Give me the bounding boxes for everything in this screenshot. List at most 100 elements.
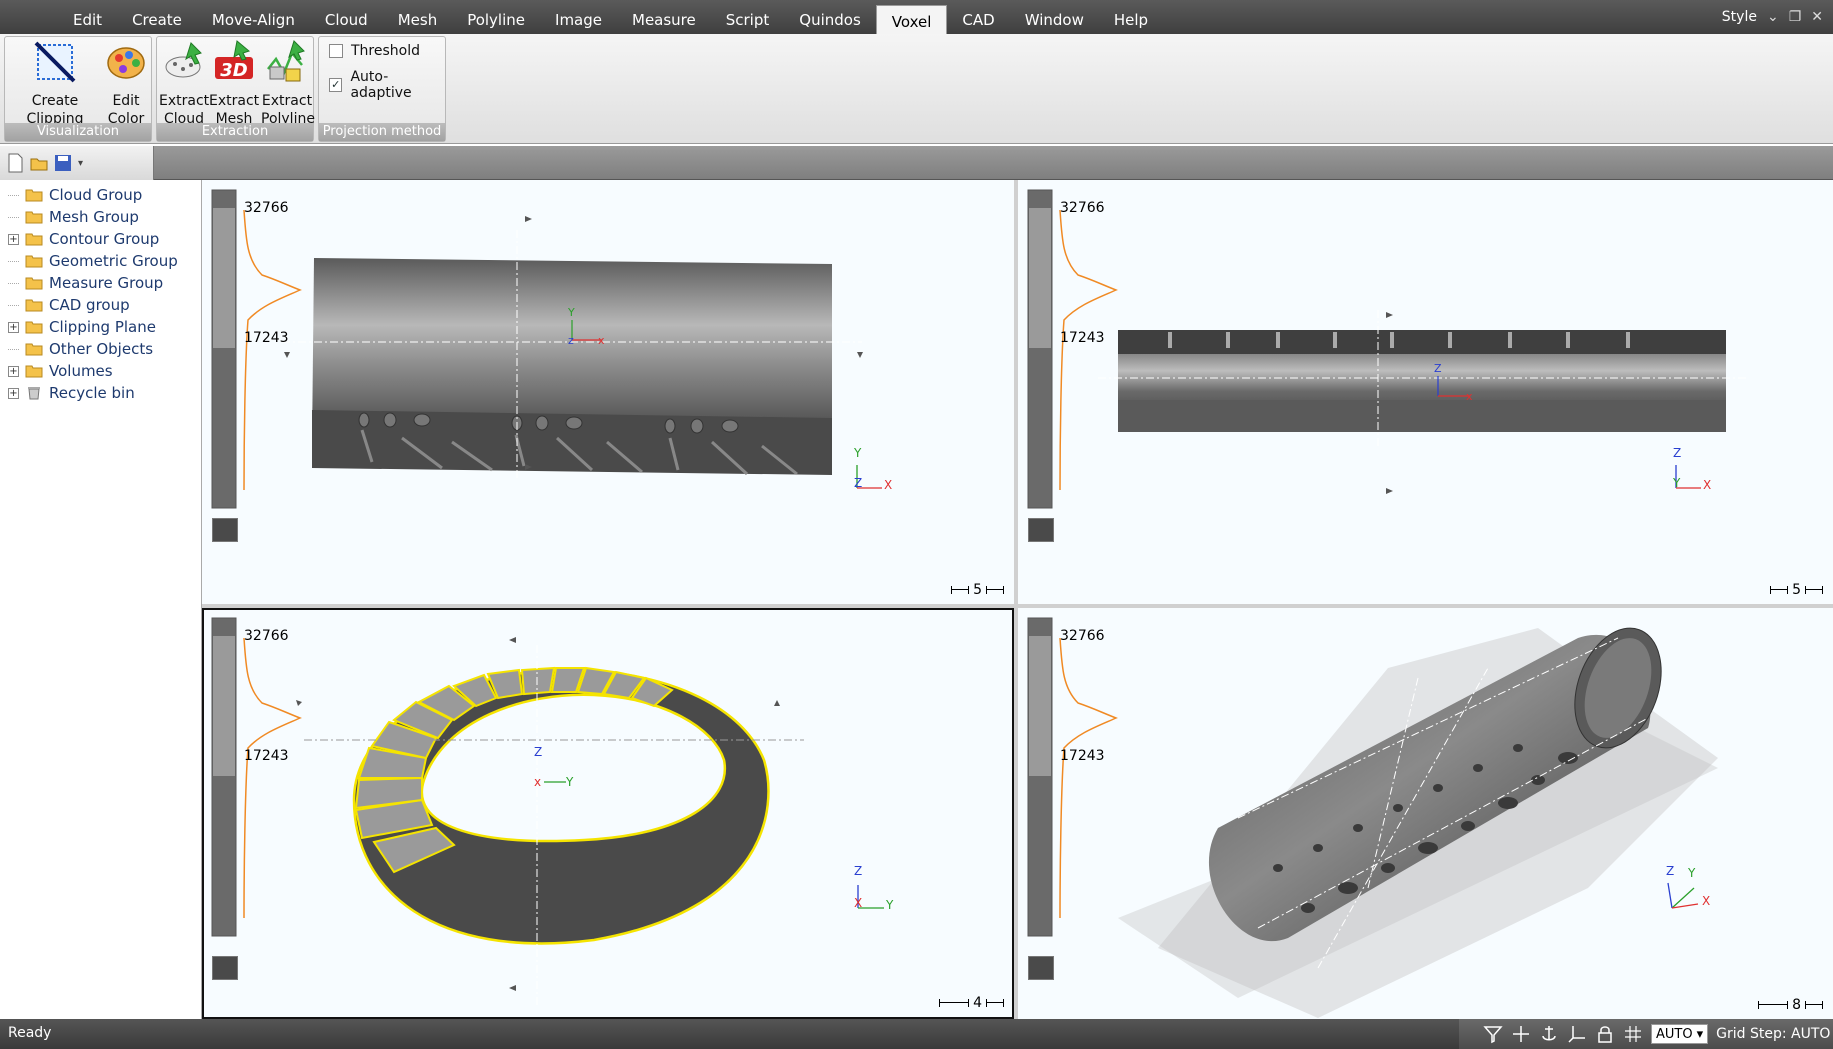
menu-image[interactable]: Image xyxy=(540,0,617,34)
menu-bar: Edit Create Move-Align Cloud Mesh Polyline Ima… xyxy=(0,0,1833,34)
folder-icon xyxy=(25,321,43,334)
axes-icon[interactable] xyxy=(1567,1024,1587,1044)
extract-cloud-button[interactable]: Extract Cloud xyxy=(159,39,209,128)
expand-icon[interactable]: + xyxy=(8,365,19,377)
threshold-option[interactable]: Threshold xyxy=(329,43,420,59)
customize-toolbar-icon[interactable]: ▾ xyxy=(78,158,83,169)
menu-move-align[interactable]: Move-Align xyxy=(197,0,310,34)
tree-item-recycle-bin[interactable]: + Recycle bin xyxy=(8,382,135,404)
axis-label-b: Z xyxy=(854,476,863,490)
menu-cloud[interactable]: Cloud xyxy=(310,0,383,34)
color-swatch[interactable] xyxy=(1028,518,1054,542)
move-icon[interactable] xyxy=(1511,1024,1531,1044)
visualization-group: Create Clipping Plane Edit Color Visuali… xyxy=(4,36,152,145)
tree-item-measure-group[interactable]: Measure Group xyxy=(8,272,163,294)
axis-label-c: Y xyxy=(886,898,894,912)
anchor-icon[interactable] xyxy=(1539,1024,1559,1044)
folder-icon xyxy=(25,189,43,202)
expand-icon[interactable]: + xyxy=(8,387,19,399)
chevron-down-icon: ▾ xyxy=(1696,1027,1704,1042)
menu-list: Edit Create Move-Align Cloud Mesh Polyline Ima… xyxy=(58,0,1163,34)
svg-text:x: x xyxy=(534,775,541,789)
tree-item-label: Mesh Group xyxy=(49,208,139,226)
color-swatch[interactable] xyxy=(1028,956,1054,980)
viewport-bottom-left[interactable]: Z x Y 32766 17243 Z X Y 4 xyxy=(202,608,1014,1019)
tree-item-clipping-plane[interactable]: + Clipping Plane xyxy=(8,316,156,338)
threshold-checkbox[interactable] xyxy=(329,44,343,58)
tree-item-geometric-group[interactable]: Geometric Group xyxy=(8,250,178,272)
top-left-scene: Y x z xyxy=(211,189,882,509)
tree-item-label: Other Objects xyxy=(49,340,154,358)
edit-color-button[interactable]: Edit Color xyxy=(101,39,151,128)
style-menu[interactable]: Style xyxy=(1722,9,1757,25)
menu-mesh[interactable]: Mesh xyxy=(383,0,453,34)
tree-item-cloud-group[interactable]: Cloud Group xyxy=(8,184,142,206)
color-swatch[interactable] xyxy=(212,518,238,542)
chevron-down-icon[interactable]: ⌄ xyxy=(1767,9,1779,25)
menu-script[interactable]: Script xyxy=(711,0,785,34)
tree-connector xyxy=(8,260,19,262)
viewport-top-right[interactable]: Z x 32766 17243 Z Y X 5 xyxy=(1018,180,1833,604)
folder-icon xyxy=(25,233,43,246)
grid-icon[interactable] xyxy=(1623,1024,1643,1044)
viewport-top-left[interactable]: Y x z 32766 17243 Y Z X 5 xyxy=(202,180,1014,604)
lock-icon[interactable] xyxy=(1595,1024,1615,1044)
menu-window[interactable]: Window xyxy=(1010,0,1099,34)
menu-quindos[interactable]: Quindos xyxy=(784,0,876,34)
tree-connector xyxy=(8,194,19,196)
menu-measure[interactable]: Measure xyxy=(617,0,711,34)
tree-item-mesh-group[interactable]: Mesh Group xyxy=(8,206,139,228)
menu-edit[interactable]: Edit xyxy=(58,0,117,34)
extract-polyline-label-1: Extract xyxy=(261,93,313,109)
menu-help[interactable]: Help xyxy=(1099,0,1163,34)
hist-mid-label: 17243 xyxy=(1060,748,1105,764)
edit-color-label-1: Edit xyxy=(112,93,140,109)
create-clipping-plane-label-1: Create xyxy=(31,93,79,109)
tree-item-cad-group[interactable]: CAD group xyxy=(8,294,130,316)
tree-item-other-objects[interactable]: Other Objects xyxy=(8,338,153,360)
auto-adaptive-checkbox[interactable]: ✓ xyxy=(329,78,343,92)
tree-item-label: Clipping Plane xyxy=(49,318,156,336)
quick-access-toolbar: ▾ xyxy=(0,146,1833,180)
projection-method-group-label: Projection method xyxy=(319,123,445,141)
menu-create[interactable]: Create xyxy=(117,0,197,34)
grid-mode-value: AUTO xyxy=(1656,1027,1693,1042)
tree-item-volumes[interactable]: + Volumes xyxy=(8,360,113,382)
scale-bar: 5 xyxy=(1770,582,1823,598)
grid-step-label: Grid Step: AUTO xyxy=(1716,1026,1831,1042)
extract-mesh-icon: 3D xyxy=(215,40,253,81)
svg-text:x: x xyxy=(598,334,605,347)
clipping-plane-icon xyxy=(34,41,76,83)
save-icon[interactable] xyxy=(54,153,72,173)
close-icon[interactable]: ✕ xyxy=(1811,9,1823,25)
expand-icon[interactable]: + xyxy=(8,233,19,245)
axis-label-c: X xyxy=(884,478,893,492)
folder-icon xyxy=(25,299,43,312)
status-bar: Ready AUTO ▾ Grid Step: AUTO xyxy=(0,1019,1833,1049)
extract-polyline-button[interactable]: Extract Polyline xyxy=(261,39,315,128)
filter-icon[interactable] xyxy=(1483,1024,1503,1044)
svg-text:3D: 3D xyxy=(220,60,248,81)
hist-max-label: 32766 xyxy=(244,628,289,644)
svg-text:Y: Y xyxy=(567,306,575,319)
menu-cad[interactable]: CAD xyxy=(947,0,1009,34)
tree-item-label: Volumes xyxy=(49,362,113,380)
expand-icon[interactable]: + xyxy=(8,321,19,333)
restore-icon[interactable]: ❐ xyxy=(1789,9,1802,25)
menu-voxel[interactable]: Voxel xyxy=(875,5,948,34)
hist-max-label: 32766 xyxy=(1060,628,1105,644)
open-folder-icon[interactable] xyxy=(30,153,48,173)
extract-mesh-button[interactable]: 3D Extract Mesh xyxy=(209,39,259,128)
tree-item-contour-group[interactable]: + Contour Group xyxy=(8,228,159,250)
menu-polyline[interactable]: Polyline xyxy=(452,0,540,34)
auto-adaptive-option[interactable]: ✓ Auto-adaptive xyxy=(329,69,445,101)
axis-label-b: Y xyxy=(1688,866,1696,880)
tree-connector xyxy=(8,282,19,284)
folder-icon xyxy=(25,343,43,356)
folder-icon xyxy=(25,365,43,378)
hist-mid-label: 17243 xyxy=(244,748,289,764)
grid-mode-select[interactable]: AUTO ▾ xyxy=(1651,1024,1709,1044)
new-file-icon[interactable] xyxy=(6,153,24,173)
viewport-bottom-right[interactable]: 32766 17243 Z Y X 8 xyxy=(1018,608,1833,1019)
color-swatch[interactable] xyxy=(212,956,238,980)
